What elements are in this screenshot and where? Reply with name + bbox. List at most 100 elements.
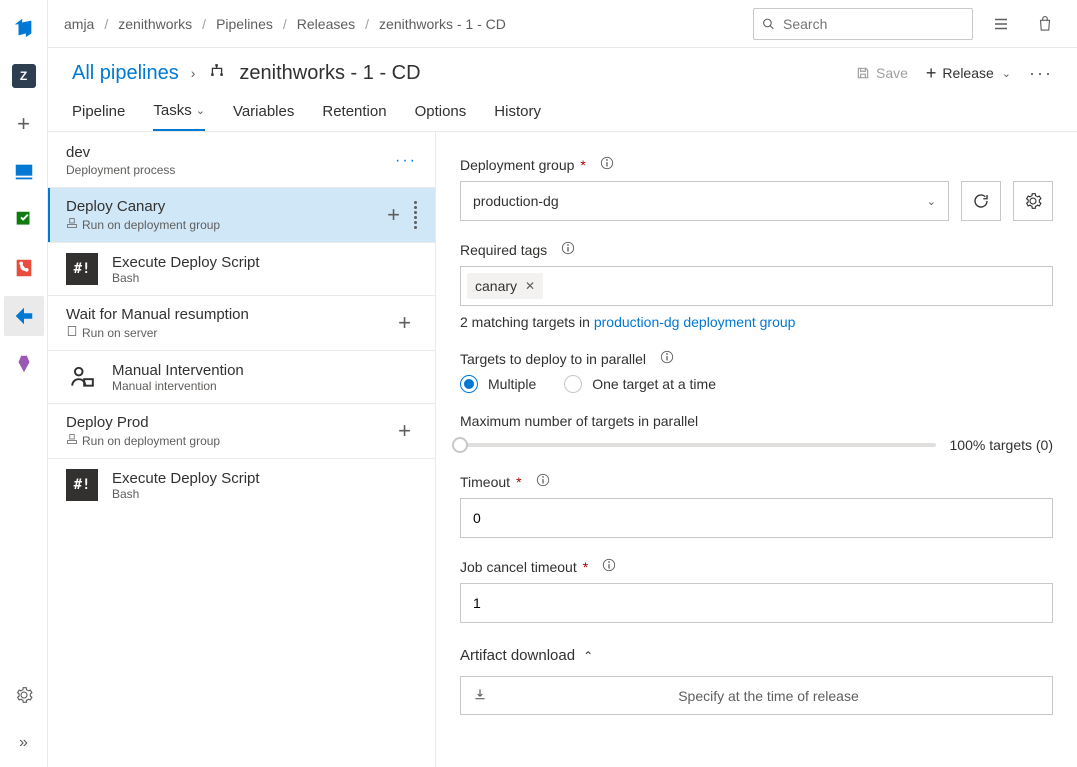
phase-header[interactable]: Wait for Manual resumption Run on server… <box>48 296 435 350</box>
save-label: Save <box>876 65 908 81</box>
download-icon <box>473 687 487 704</box>
tab-variables[interactable]: Variables <box>233 102 294 131</box>
deployment-group-icon <box>66 433 78 448</box>
cd-pipeline-icon <box>207 60 227 86</box>
phase-block: Deploy Canary Run on deployment group + … <box>48 187 435 295</box>
timeout-input[interactable] <box>460 498 1053 538</box>
release-button[interactable]: + Release ⌄ <box>926 63 1011 84</box>
breadcrumb-separator: / <box>202 16 206 32</box>
add-icon[interactable]: + <box>4 104 44 144</box>
stage-subtitle: Deployment process <box>66 163 175 177</box>
test-plans-icon[interactable] <box>4 200 44 240</box>
artifacts-icon[interactable] <box>4 344 44 384</box>
azure-devops-logo-icon[interactable] <box>4 8 44 48</box>
release-label: Release <box>942 65 993 81</box>
slider-thumb[interactable] <box>452 437 468 453</box>
info-icon[interactable] <box>660 350 674 367</box>
save-button[interactable]: Save <box>856 65 908 81</box>
add-task-button[interactable]: + <box>392 310 417 336</box>
chevron-up-icon: ⌃ <box>583 649 593 663</box>
task-subtitle: Bash <box>112 271 260 285</box>
deployment-group-link[interactable]: production-dg deployment group <box>594 314 796 330</box>
tab-pipeline[interactable]: Pipeline <box>72 102 125 131</box>
tab-history[interactable]: History <box>494 102 541 131</box>
max-targets-slider[interactable] <box>460 443 936 447</box>
expand-rail-icon[interactable]: » <box>4 723 44 763</box>
task-row[interactable]: Manual Intervention Manual intervention <box>48 350 435 403</box>
section-label: Artifact download <box>460 647 575 664</box>
phase-header[interactable]: Deploy Prod Run on deployment group + <box>48 404 435 458</box>
required-tags-label: Required tags <box>460 241 1053 258</box>
artifact-download-section-header[interactable]: Artifact download ⌃ <box>460 647 1053 664</box>
repos-icon[interactable] <box>4 248 44 288</box>
pipeline-name: zenithworks - 1 - CD <box>239 62 420 85</box>
breadcrumb-item[interactable]: zenithworks - 1 - CD <box>379 16 506 32</box>
breadcrumb-separator: / <box>104 16 108 32</box>
job-cancel-timeout-label: Job cancel timeout* <box>460 558 1053 575</box>
topbar: amja / zenithworks / Pipelines / Release… <box>48 0 1077 48</box>
phase-title: Deploy Canary <box>66 198 220 215</box>
page-header: All pipelines › zenithworks - 1 - CD Sav… <box>48 48 1077 86</box>
info-icon[interactable] <box>600 156 614 173</box>
required-tags-input[interactable]: canary ✕ <box>460 266 1053 306</box>
tag-label: canary <box>475 278 517 294</box>
all-pipelines-link[interactable]: All pipelines <box>72 62 179 85</box>
phase-title: Deploy Prod <box>66 414 220 431</box>
info-icon[interactable] <box>536 473 550 490</box>
tab-label: Tasks <box>153 102 191 119</box>
tab-tasks[interactable]: Tasks ⌄ <box>153 102 205 131</box>
phase-subtitle: Run on deployment group <box>66 217 220 232</box>
deployment-group-icon <box>66 217 78 232</box>
chevron-down-icon: ⌄ <box>1002 67 1011 80</box>
pipelines-icon[interactable] <box>4 296 44 336</box>
breadcrumb-separator: / <box>365 16 369 32</box>
info-icon[interactable] <box>561 241 575 258</box>
tag-chip: canary ✕ <box>467 273 543 299</box>
task-row[interactable]: #! Execute Deploy Script Bash <box>48 458 435 511</box>
artifact-specify-label: Specify at the time of release <box>497 688 1040 704</box>
deployment-group-value: production-dg <box>473 193 559 209</box>
add-task-button[interactable]: + <box>392 418 417 444</box>
list-view-icon[interactable] <box>985 8 1017 40</box>
bash-task-icon: #! <box>66 253 98 285</box>
breadcrumb-item[interactable]: amja <box>64 16 94 32</box>
breadcrumb-item[interactable]: Pipelines <box>216 16 273 32</box>
task-row[interactable]: #! Execute Deploy Script Bash <box>48 242 435 295</box>
add-task-button[interactable]: + <box>381 202 406 228</box>
shopping-bag-icon[interactable] <box>1029 8 1061 40</box>
radio-one-at-a-time[interactable]: One target at a time <box>564 375 716 393</box>
plus-icon: + <box>926 63 937 84</box>
task-title: Manual Intervention <box>112 362 244 379</box>
tab-retention[interactable]: Retention <box>322 102 386 131</box>
search-box[interactable] <box>753 8 973 40</box>
refresh-button[interactable] <box>961 181 1001 221</box>
bash-task-icon: #! <box>66 469 98 501</box>
search-input[interactable] <box>783 16 964 32</box>
phase-subtitle: Run on server <box>66 325 249 340</box>
server-icon <box>66 325 78 340</box>
job-cancel-timeout-input[interactable] <box>460 583 1053 623</box>
tab-options[interactable]: Options <box>415 102 467 131</box>
phase-title: Wait for Manual resumption <box>66 306 249 323</box>
info-icon[interactable] <box>602 558 616 575</box>
stage-header[interactable]: dev Deployment process ··· <box>48 132 435 187</box>
matching-targets-text: 2 matching targets in production-dg depl… <box>460 314 1053 330</box>
breadcrumb-item[interactable]: zenithworks <box>118 16 192 32</box>
boards-icon[interactable] <box>4 152 44 192</box>
task-subtitle: Manual intervention <box>112 379 244 393</box>
settings-icon[interactable] <box>4 675 44 715</box>
radio-multiple[interactable]: Multiple <box>460 375 536 393</box>
radio-label: One target at a time <box>592 376 716 392</box>
drag-handle-icon[interactable] <box>414 201 417 229</box>
remove-tag-button[interactable]: ✕ <box>525 279 535 293</box>
phase-header[interactable]: Deploy Canary Run on deployment group + <box>48 188 435 242</box>
artifact-download-row[interactable]: Specify at the time of release <box>460 676 1053 715</box>
project-badge[interactable]: Z <box>4 56 44 96</box>
radio-button <box>564 375 582 393</box>
breadcrumb-separator: / <box>283 16 287 32</box>
stage-more-button[interactable]: ··· <box>395 152 417 170</box>
settings-button[interactable] <box>1013 181 1053 221</box>
breadcrumb-item[interactable]: Releases <box>297 16 355 32</box>
deployment-group-select[interactable]: production-dg ⌄ <box>460 181 949 221</box>
more-actions-button[interactable]: ··· <box>1029 63 1053 84</box>
